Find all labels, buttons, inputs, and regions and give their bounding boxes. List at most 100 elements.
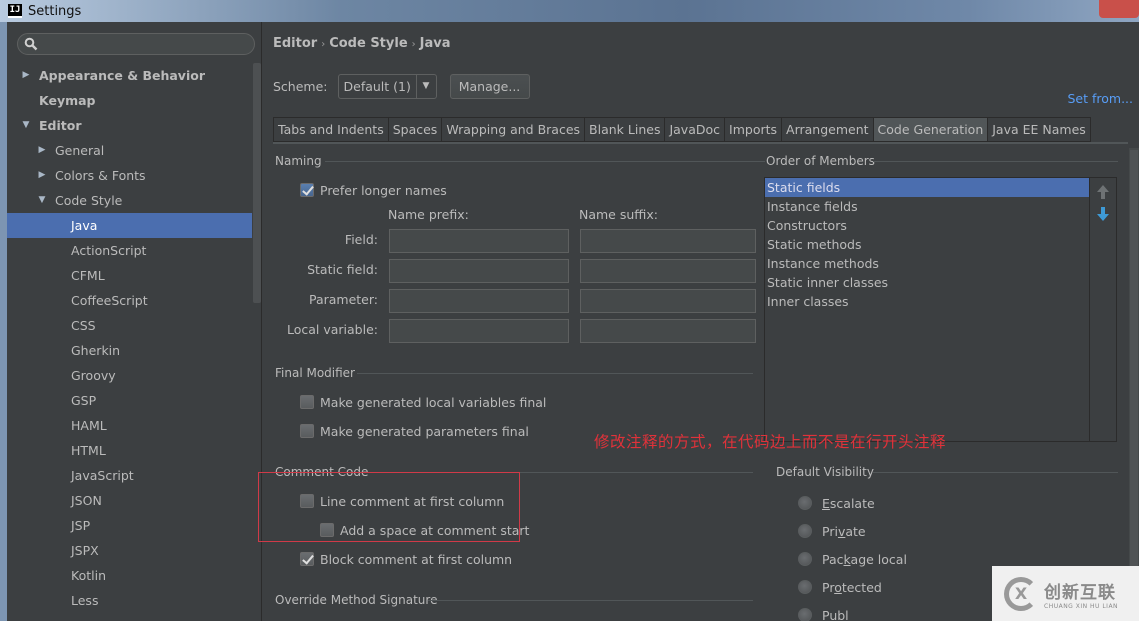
visibility-radio-option[interactable]: Publ [798, 605, 849, 621]
tab-wrapping-and-braces[interactable]: Wrapping and Braces [441, 117, 585, 142]
tab-imports[interactable]: Imports [724, 117, 782, 142]
sidebar-item-gherkin[interactable]: Gherkin [7, 338, 252, 363]
local-variable-prefix-input[interactable] [389, 319, 569, 343]
order-of-members-list[interactable]: Static fields Instance fields Constructors… [764, 177, 1090, 442]
member-order-item[interactable]: Instance methods [765, 254, 1089, 273]
sidebar-item-jspx[interactable]: JSPX [7, 538, 252, 563]
sidebar-item-gsp[interactable]: GSP [7, 388, 252, 413]
tab-tabs-and-indents[interactable]: Tabs and Indents [273, 117, 388, 142]
order-of-members-group-title: Order of Members [766, 154, 875, 168]
final-modifier-group-title: Final Modifier [275, 366, 355, 380]
label-part: scalate [829, 495, 875, 511]
field-prefix-input[interactable] [389, 229, 569, 253]
members-reorder-toolbar [1090, 177, 1117, 442]
visibility-option-label: Private [822, 524, 866, 539]
prefer-longer-names-checkbox[interactable]: Prefer longer names [300, 180, 447, 200]
sidebar-item-jsp[interactable]: JSP [7, 513, 252, 538]
watermark-text: 创新互联 CHUANG XIN HU LIAN [1044, 578, 1118, 610]
tab-arrangement[interactable]: Arrangement [781, 117, 873, 142]
sidebar-item-appearance-behavior[interactable]: ▶ Appearance & Behavior [7, 63, 252, 88]
visibility-radio-option[interactable]: Protected [798, 577, 882, 597]
sidebar-item-groovy[interactable]: Groovy [7, 363, 252, 388]
collapse-arrow-icon[interactable]: ▼ [21, 113, 31, 138]
sidebar-item-less[interactable]: Less [7, 588, 252, 613]
chevron-down-icon[interactable]: ▼ [415, 74, 436, 98]
static-field-prefix-input[interactable] [389, 259, 569, 283]
scheme-dropdown[interactable]: Default (1) ▼ [337, 73, 437, 99]
tab-spaces[interactable]: Spaces [387, 117, 442, 142]
sidebar-item-editor[interactable]: ▼ Editor [7, 113, 252, 138]
watermark: X 创新互联 CHUANG XIN HU LIAN [992, 566, 1139, 621]
visibility-radio-option[interactable]: Package local [798, 549, 907, 569]
sidebar-item-cfml[interactable]: CFML [7, 263, 252, 288]
scrollbar-thumb[interactable] [1130, 150, 1138, 615]
tab-javadoc[interactable]: JavaDoc [664, 117, 725, 142]
settings-search-input[interactable] [17, 33, 255, 55]
sidebar-item-javascript[interactable]: JavaScript [7, 463, 252, 488]
visibility-radio-option[interactable]: Private [798, 521, 866, 541]
group-divider [325, 161, 765, 162]
manage-button[interactable]: Manage... [449, 73, 530, 99]
watermark-logo-icon: X [1004, 576, 1038, 611]
visibility-option-label: Escalate [822, 496, 875, 511]
sidebar-scrollbar[interactable] [253, 63, 261, 303]
local-variable-suffix-input[interactable] [580, 319, 756, 343]
member-order-item[interactable]: Constructors [765, 216, 1089, 235]
tab-java-ee-names[interactable]: Java EE Names [987, 117, 1091, 142]
static-field-suffix-input[interactable] [580, 259, 756, 283]
radio-button[interactable] [798, 552, 812, 566]
member-order-item[interactable]: Inner classes [765, 292, 1089, 311]
final-parameters-checkbox[interactable]: Make generated parameters final [300, 421, 529, 441]
sidebar-item-general[interactable]: ▶ General [7, 138, 252, 163]
checkbox-icon[interactable] [300, 183, 314, 197]
tab-blank-lines[interactable]: Blank Lines [584, 117, 665, 142]
radio-button[interactable] [798, 524, 812, 538]
member-order-item[interactable]: Static inner classes [765, 273, 1089, 292]
set-from-link[interactable]: Set from... [1067, 91, 1133, 106]
block-comment-first-column-checkbox[interactable]: Block comment at first column [300, 549, 512, 569]
sidebar-item-css[interactable]: CSS [7, 313, 252, 338]
sidebar-item-actionscript[interactable]: ActionScript [7, 238, 252, 263]
sidebar-item-java[interactable]: Java [7, 213, 252, 238]
sidebar-item-html[interactable]: HTML [7, 438, 252, 463]
breadcrumb-code-style: Code Style [329, 36, 408, 51]
sidebar-item-haml[interactable]: HAML [7, 413, 252, 438]
sidebar-item-label: Editor [39, 118, 82, 133]
sidebar-item-json[interactable]: JSON [7, 488, 252, 513]
member-order-item[interactable]: Static methods [765, 235, 1089, 254]
sidebar-item-label: JSP [71, 518, 91, 533]
tab-code-generation[interactable]: Code Generation [872, 117, 988, 142]
move-down-icon[interactable] [1096, 206, 1110, 222]
parameter-suffix-input[interactable] [580, 289, 756, 313]
main-scrollbar[interactable] [1129, 148, 1139, 620]
member-order-item[interactable]: Instance fields [765, 197, 1089, 216]
visibility-radio-option[interactable]: Escalate [798, 493, 875, 513]
parameter-prefix-input[interactable] [389, 289, 569, 313]
expand-arrow-icon[interactable]: ▶ [21, 63, 31, 88]
final-local-variables-checkbox[interactable]: Make generated local variables final [300, 392, 546, 412]
radio-button[interactable] [798, 608, 812, 621]
sidebar-item-colors-fonts[interactable]: ▶ Colors & Fonts [7, 163, 252, 188]
prefer-longer-names-label: Prefer longer names [320, 182, 447, 198]
checkbox-icon[interactable] [300, 395, 314, 409]
sidebar-item-kotlin[interactable]: Kotlin [7, 563, 252, 588]
sidebar-item-keymap[interactable]: Keymap [7, 88, 252, 113]
member-order-item[interactable]: Static fields [765, 178, 1089, 197]
collapse-arrow-icon[interactable]: ▼ [37, 188, 47, 213]
radio-button[interactable] [798, 580, 812, 594]
field-suffix-input[interactable] [580, 229, 756, 253]
window-close-button[interactable] [1099, 0, 1139, 18]
sidebar-item-code-style[interactable]: ▼ Code Style [7, 188, 252, 213]
sidebar-item-coffeescript[interactable]: CoffeeScript [7, 288, 252, 313]
radio-button[interactable] [798, 496, 812, 510]
checkbox-icon[interactable] [300, 424, 314, 438]
move-up-icon[interactable] [1096, 184, 1110, 200]
expand-arrow-icon[interactable]: ▶ [37, 138, 47, 163]
code-generation-panel: Naming Prefer longer names Name prefix: … [273, 146, 1128, 621]
scheme-label: Scheme: [273, 78, 328, 94]
checkbox-icon[interactable] [300, 552, 314, 566]
breadcrumb: Editor › Code Style › Java [273, 36, 451, 51]
search-icon [24, 37, 38, 51]
sidebar-item-label: JavaScript [71, 468, 134, 483]
expand-arrow-icon[interactable]: ▶ [37, 163, 47, 188]
